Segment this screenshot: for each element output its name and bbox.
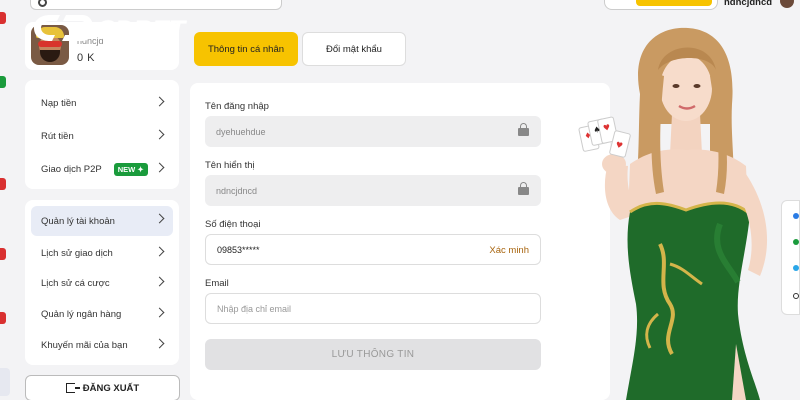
menu-item-p2p[interactable]: Giao dịch P2P NEW ✦ xyxy=(25,155,179,183)
promo-model-image: ♦ ♠ ♥ ♥ xyxy=(578,27,768,400)
logout-label: ĐĂNG XUẤT xyxy=(82,382,140,394)
menu-item-label: Nạp tiền xyxy=(41,97,77,109)
email-label: Email xyxy=(205,278,229,289)
phone-field[interactable]: 09853***** Xác minh xyxy=(205,234,541,265)
edge-marker xyxy=(0,76,6,88)
menu-item-withdraw[interactable]: Rút tiền xyxy=(25,122,179,150)
logout-button[interactable]: ĐĂNG XUẤT xyxy=(25,375,180,400)
edge-marker xyxy=(0,368,10,396)
balance-value: 0 K xyxy=(77,52,96,64)
menu-item-transaction-history[interactable]: Lịch sử giao dịch xyxy=(25,239,179,267)
search-box[interactable] xyxy=(30,0,282,10)
email-placeholder: Nhập địa chỉ email xyxy=(217,303,292,314)
chat-icon[interactable] xyxy=(793,239,799,245)
login-name-label: Tên đăng nhập xyxy=(205,101,269,112)
floating-contact-widget[interactable] xyxy=(781,200,800,315)
menu-item-label: Rút tiền xyxy=(41,130,74,142)
menu-item-label: Quản lý tài khoản xyxy=(41,215,115,227)
logo-text: CDBET xyxy=(96,15,185,45)
logout-icon xyxy=(65,383,80,393)
edge-marker xyxy=(0,248,6,260)
menu-item-bank-management[interactable]: Quản lý ngân hàng xyxy=(25,300,179,328)
phone-value: 09853***** xyxy=(217,244,260,255)
menu-item-label: Lịch sử giao dịch xyxy=(41,247,113,259)
chevron-right-icon xyxy=(154,338,165,349)
chevron-right-icon xyxy=(154,96,165,107)
edge-marker xyxy=(0,312,6,324)
chevron-right-icon xyxy=(154,307,165,318)
chevron-right-icon xyxy=(154,246,165,257)
menu-item-account-management[interactable]: Quản lý tài khoản xyxy=(31,206,173,236)
menu-item-label: Lịch sử cá cược xyxy=(41,277,110,289)
menu-item-label: Quản lý ngân hàng xyxy=(41,308,122,320)
menu-group-finance: Nạp tiền Rút tiền Giao dịch P2P NEW ✦ xyxy=(25,80,179,189)
menu-item-label: Giao dịch P2P xyxy=(41,163,102,175)
telegram-icon[interactable] xyxy=(793,265,799,271)
menu-item-bet-history[interactable]: Lịch sử cá cược xyxy=(25,269,179,297)
display-name-label: Tên hiển thị xyxy=(205,160,255,171)
menu-item-deposit[interactable]: Nạp tiền xyxy=(25,89,179,117)
header-username[interactable]: ndncjdncd xyxy=(724,0,772,8)
deposit-button[interactable] xyxy=(636,0,712,6)
menu-group-account: Quản lý tài khoản Lịch sử giao dịch Lịch… xyxy=(25,200,179,365)
chevron-right-icon xyxy=(154,162,165,173)
new-badge: NEW ✦ xyxy=(113,162,148,176)
chevron-right-icon xyxy=(154,213,165,224)
cdbet-logo-icon xyxy=(34,15,93,41)
login-name-value: dyehuehdue xyxy=(216,126,266,137)
edge-marker xyxy=(0,12,6,24)
menu-item-promotions[interactable]: Khuyến mãi của bạn xyxy=(25,331,179,359)
email-field[interactable]: Nhập địa chỉ email xyxy=(205,293,541,324)
display-name-field: ndncjdncd xyxy=(205,175,541,206)
display-name-value: ndncjdncd xyxy=(216,185,258,196)
phone-icon[interactable] xyxy=(793,213,799,219)
tab-personal-info[interactable]: Thông tin cá nhân xyxy=(194,32,298,66)
phone-label: Số điện thoại xyxy=(205,219,261,230)
lock-icon xyxy=(518,182,529,195)
login-name-field: dyehuehdue xyxy=(205,116,541,147)
tab-change-password[interactable]: Đổi mật khẩu xyxy=(302,32,406,66)
lock-icon xyxy=(518,123,529,136)
verify-link[interactable]: Xác minh xyxy=(489,245,529,256)
save-button[interactable]: LƯU THÔNG TIN xyxy=(205,339,541,370)
chevron-right-icon xyxy=(154,276,165,287)
menu-item-label: Khuyến mãi của bạn xyxy=(41,339,128,351)
chevron-right-icon xyxy=(154,129,165,140)
clock-icon[interactable] xyxy=(793,293,799,299)
edge-marker xyxy=(0,178,6,190)
